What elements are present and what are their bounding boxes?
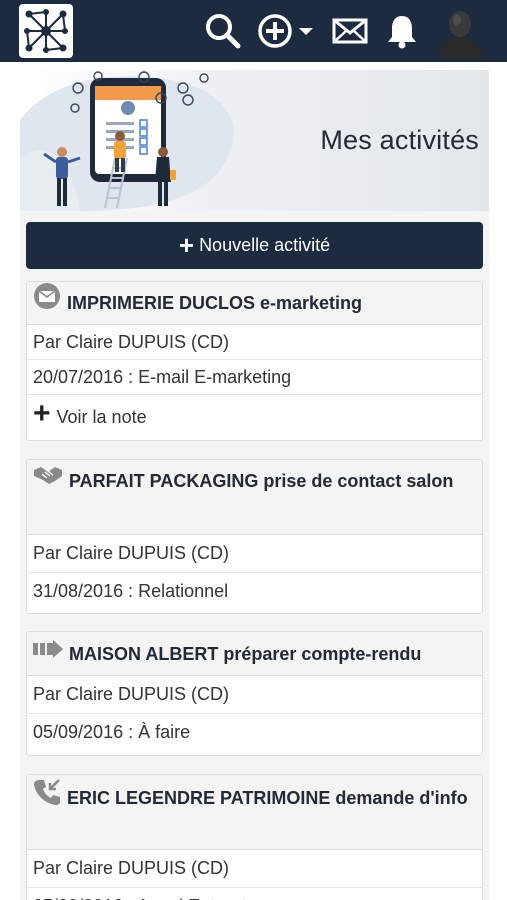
activity-card[interactable]: MAISON ALBERT préparer compte-rendu Par … <box>26 631 483 756</box>
activity-title: PARFAIT PACKAGING prise de contact salon <box>69 471 454 491</box>
activity-author: Par Claire DUPUIS (CD) <box>27 325 482 360</box>
author-text: Par Claire DUPUIS (CD) <box>33 684 230 704</box>
activity-date-type: 20/07/2016 : E-mail E-marketing <box>27 360 482 395</box>
activity-date-type: 31/08/2016 : Relationnel <box>27 573 482 609</box>
view-note-link[interactable]: + Voir la note <box>27 395 482 439</box>
activity-card[interactable]: ERIC LEGENDRE PATRIMOINE demande d'info … <box>26 774 483 900</box>
activity-title: ERIC LEGENDRE PATRIMOINE demande d'info <box>67 787 468 808</box>
arrow-right-icon <box>33 636 63 668</box>
top-navigation-bar <box>0 0 507 62</box>
activity-author: Par Claire DUPUIS (CD) <box>27 850 482 888</box>
activity-card[interactable]: IMPRIMERIE DUCLOS e-marketing Par Claire… <box>26 281 483 441</box>
add-circle-icon[interactable] <box>256 0 294 62</box>
phone-incoming-icon <box>33 778 61 816</box>
activity-title: IMPRIMERIE DUCLOS e-marketing <box>67 293 363 313</box>
user-avatar[interactable] <box>433 4 487 58</box>
mail-icon[interactable] <box>330 0 370 62</box>
activity-title-row[interactable]: ERIC LEGENDRE PATRIMOINE demande d'info <box>27 775 482 850</box>
plus-icon: + <box>33 397 51 430</box>
activity-author: Par Claire DUPUIS (CD) <box>27 676 482 714</box>
handshake-icon <box>33 464 63 496</box>
activities-panel: + Nouvelle activité IMPRIMERIE DUCLOS e-… <box>20 211 489 900</box>
new-activity-label: Nouvelle activité <box>199 235 331 255</box>
page-banner: Mes activités <box>20 70 489 211</box>
activity-author: Par Claire DUPUIS (CD) <box>27 535 482 573</box>
dropdown-caret-icon[interactable] <box>296 0 316 62</box>
author-text: Par Claire DUPUIS (CD) <box>33 858 230 878</box>
search-icon[interactable] <box>203 0 243 62</box>
banner-illustration <box>20 71 234 211</box>
activity-date-type: 05/09/2016 : Appel Entrant <box>27 888 482 900</box>
activity-title: MAISON ALBERT préparer compte-rendu <box>69 643 422 664</box>
date-type-text: 31/08/2016 : Relationnel <box>33 580 229 601</box>
view-note-label: Voir la note <box>56 406 147 427</box>
activity-title-row[interactable]: MAISON ALBERT préparer compte-rendu <box>27 632 482 676</box>
date-type-text: 05/09/2016 : À faire <box>33 722 191 742</box>
author-text: Par Claire DUPUIS (CD) <box>33 543 230 563</box>
bell-icon[interactable] <box>382 0 422 62</box>
author-text: Par Claire DUPUIS (CD) <box>33 331 230 352</box>
activity-card[interactable]: PARFAIT PACKAGING prise de contact salon… <box>26 459 483 614</box>
network-logo-icon[interactable] <box>19 4 73 58</box>
date-type-text: 20/07/2016 : E-mail E-marketing <box>33 366 292 387</box>
activity-title-row[interactable]: IMPRIMERIE DUCLOS e-marketing <box>27 282 482 325</box>
new-activity-button[interactable]: + Nouvelle activité <box>26 222 483 269</box>
plus-icon: + <box>178 229 195 260</box>
page-title: Mes activités <box>320 125 479 155</box>
email-icon <box>33 282 61 320</box>
activity-date-type: 05/09/2016 : À faire <box>27 714 482 751</box>
activity-title-row[interactable]: PARFAIT PACKAGING prise de contact salon <box>27 460 482 535</box>
date-type-text: 05/09/2016 : Appel Entrant <box>33 896 246 900</box>
